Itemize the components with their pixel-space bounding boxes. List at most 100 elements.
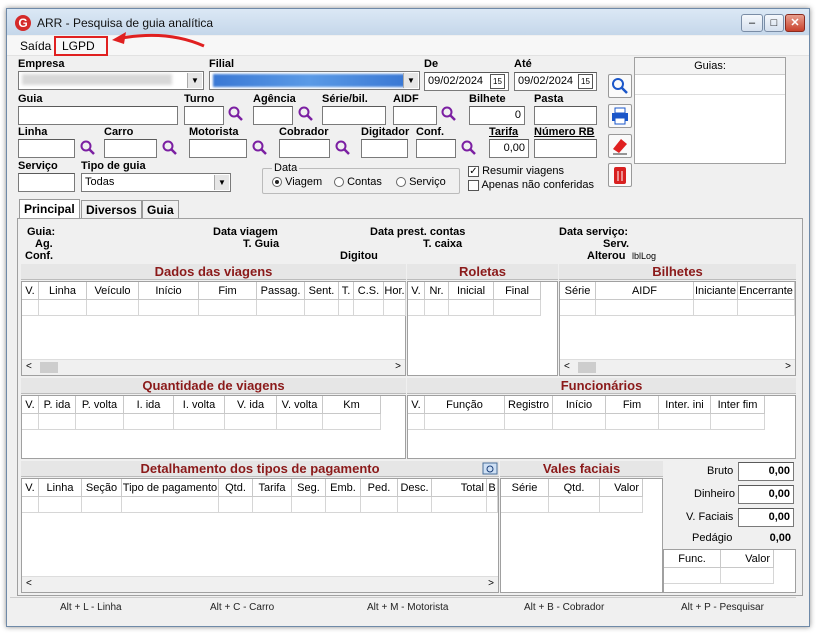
col-inicial[interactable]: Inicial [449,282,494,300]
print-button[interactable] [608,104,632,128]
menu-lgpd[interactable]: LGPD [62,39,95,53]
col-funcao[interactable]: Função [425,396,505,414]
col-aidf[interactable]: AIDF [596,282,694,300]
close-button[interactable]: ✕ [785,14,805,32]
linha-field[interactable] [18,139,75,158]
filial-select[interactable]: ▼ [209,71,420,90]
col-serie[interactable]: Série [560,282,596,300]
scroll-left-icon[interactable]: < [26,578,32,589]
tab-guia[interactable]: Guia [142,200,179,218]
vales-grid[interactable]: Série Qtd. Valor [500,478,663,593]
serie-field[interactable] [322,106,386,125]
minimize-button[interactable]: – [741,14,763,32]
maximize-button[interactable]: □ [764,14,784,32]
col-cs[interactable]: C.S. [354,282,384,300]
guia-field[interactable] [18,106,178,125]
conf-field[interactable] [416,139,456,158]
radio-servico[interactable]: Serviço [396,176,446,188]
search-icon[interactable] [441,106,457,122]
col-valor[interactable]: Valor [600,479,643,497]
servico-field[interactable] [18,173,75,192]
col-tarifa[interactable]: Tarifa [253,479,292,497]
funcionarios-grid[interactable]: V. Função Registro Início Fim Inter. ini… [407,395,796,459]
tarifa-field[interactable]: 0,00 [489,139,529,158]
empresa-select[interactable]: ▼ [18,71,204,90]
col-func[interactable]: Func. [664,550,721,568]
pasta-field[interactable] [534,106,597,125]
scroll-right-icon[interactable]: > [395,361,401,372]
col-ped[interactable]: Ped. [361,479,398,497]
col-v[interactable]: V. [22,396,39,414]
col-nr[interactable]: Nr. [425,282,449,300]
tipo-guia-select[interactable]: Todas ▼ [81,173,231,192]
col-veiculo[interactable]: Veículo [87,282,139,300]
col-hor[interactable]: Hor. [384,282,406,300]
col-fim[interactable]: Fim [199,282,257,300]
tab-diversos[interactable]: Diversos [81,200,142,218]
col-qtd[interactable]: Qtd. [219,479,253,497]
col-linha[interactable]: Linha [39,282,87,300]
apenas-checkbox[interactable]: Apenas não conferidas [468,179,594,191]
col-p-volta[interactable]: P. volta [76,396,124,414]
carro-field[interactable] [104,139,157,158]
col-t[interactable]: T. [339,282,354,300]
search-button[interactable] [608,74,632,98]
col-v[interactable]: V. [22,479,39,497]
col-emb[interactable]: Emb. [326,479,361,497]
col-final[interactable]: Final [494,282,541,300]
func-valor-grid[interactable]: Func. Valor [663,549,796,593]
col-secao[interactable]: Seção [82,479,122,497]
col-serie[interactable]: Série [501,479,549,497]
tab-principal[interactable]: Principal [19,199,80,219]
col-i-ida[interactable]: I. ida [124,396,174,414]
calendar-icon[interactable]: 15 [490,74,505,89]
scroll-right-icon[interactable]: > [488,578,494,589]
pagamento-grid[interactable]: V. Linha Seção Tipo de pagamento Qtd. Ta… [21,478,499,593]
col-seg[interactable]: Seg. [292,479,326,497]
clear-button[interactable] [608,134,632,158]
zoom-view-icon[interactable] [482,462,498,476]
dados-viagens-grid[interactable]: V. Linha Veículo Início Fim Passag. Sent… [21,281,406,376]
menu-saida[interactable]: Saída [20,39,51,53]
search-icon[interactable] [335,140,351,156]
col-encerrante[interactable]: Encerrante [738,282,795,300]
scroll-left-icon[interactable]: < [564,361,570,372]
col-b[interactable]: B [487,479,498,497]
col-inicio[interactable]: Início [553,396,606,414]
col-iniciante[interactable]: Iniciante [694,282,738,300]
digitador-field[interactable] [361,139,408,158]
col-inter-fim[interactable]: Inter fim [711,396,765,414]
col-v-ida[interactable]: V. ida [225,396,277,414]
col-total[interactable]: Total [432,479,487,497]
col-km[interactable]: Km [323,396,381,414]
scroll-right-icon[interactable]: > [785,361,791,372]
col-inicio[interactable]: Início [139,282,199,300]
qtd-viagens-grid[interactable]: V. P. ida P. volta I. ida I. volta V. id… [21,395,406,459]
col-inter-ini[interactable]: Inter. ini [659,396,711,414]
agencia-field[interactable] [253,106,293,125]
col-v[interactable]: V. [22,282,39,300]
scroll-left-icon[interactable]: < [26,361,32,372]
turno-field[interactable] [184,106,224,125]
radio-viagem[interactable]: Viagem [272,176,322,188]
col-v[interactable]: V. [408,282,425,300]
col-v[interactable]: V. [408,396,425,414]
horizontal-scrollbar[interactable]: < > [560,359,795,375]
col-i-volta[interactable]: I. volta [174,396,225,414]
motorista-field[interactable] [189,139,247,158]
search-icon[interactable] [228,106,244,122]
col-v-volta[interactable]: V. volta [277,396,323,414]
col-qtd[interactable]: Qtd. [549,479,600,497]
bilhete-field[interactable]: 0 [469,106,525,125]
col-desc[interactable]: Desc. [398,479,432,497]
col-tipo-pagamento[interactable]: Tipo de pagamento [122,479,219,497]
roletas-grid[interactable]: V. Nr. Inicial Final [407,281,558,376]
search-icon[interactable] [80,140,96,156]
col-linha[interactable]: Linha [39,479,82,497]
resumir-checkbox[interactable]: ✓ Resumir viagens [468,165,564,177]
col-passag[interactable]: Passag. [257,282,305,300]
col-fim[interactable]: Fim [606,396,659,414]
horizontal-scrollbar[interactable]: < > [22,576,498,592]
delete-button[interactable] [608,163,632,187]
col-valor[interactable]: Valor [721,550,774,568]
